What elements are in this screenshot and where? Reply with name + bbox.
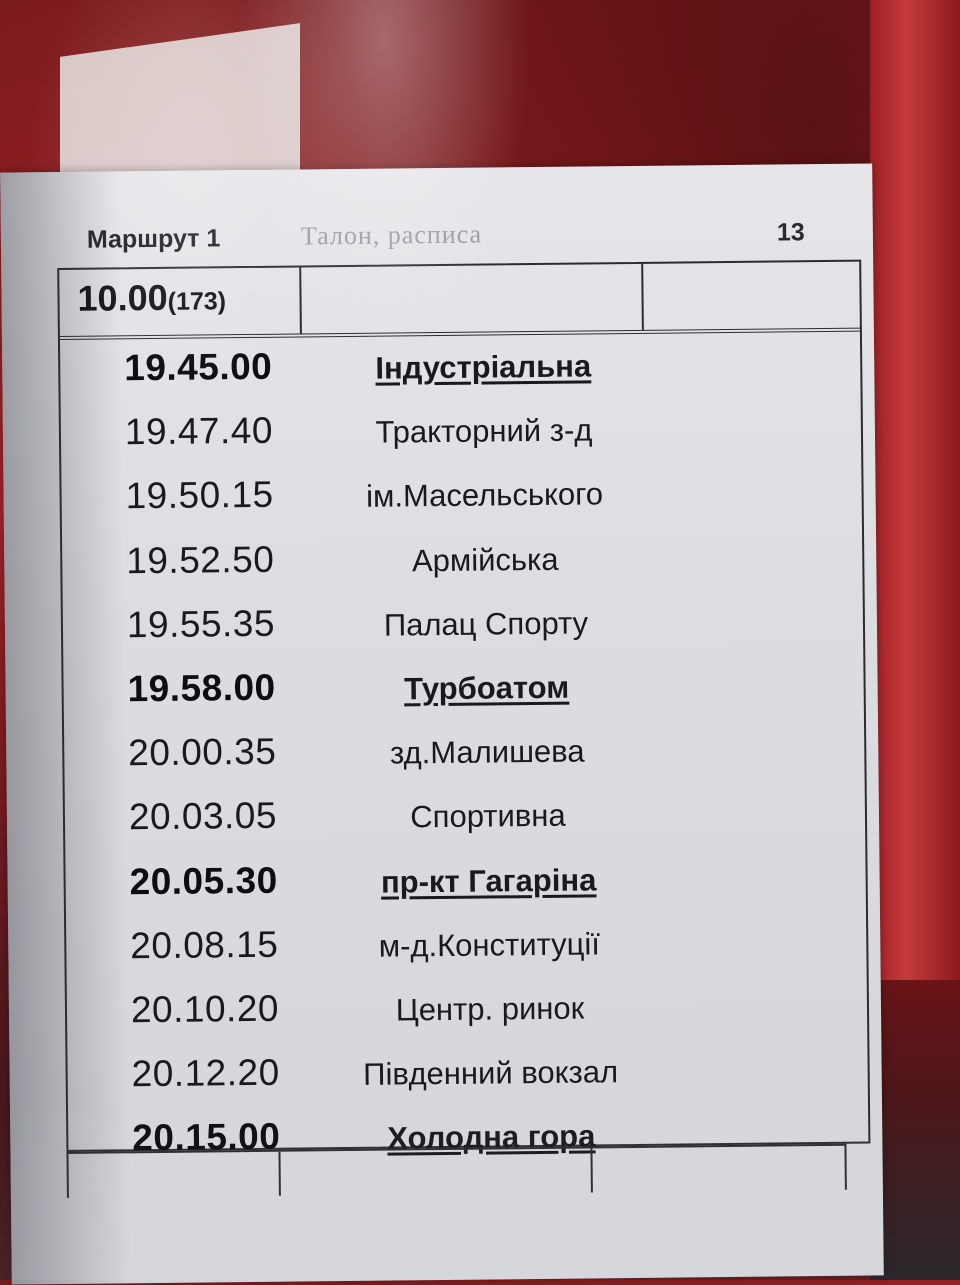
stop-name: Тракторний з-д [375,412,593,450]
stop-name: пр-кт Гагаріна [380,861,597,900]
footer-cell [68,1151,281,1198]
header-empty-cell [301,263,644,334]
stop-name: Спортивна [410,798,566,835]
sheet-header: Маршрут 1 Талон, расписа 13 [1,211,873,260]
arrival-time: 20.08.15 [130,923,279,966]
departure-code: (173) [167,287,227,316]
footer-grid [66,1143,847,1198]
arrival-time: 19.58.00 [127,666,276,710]
schedule-row: 19.52.50 Армійська [62,528,863,601]
schedule-sheet: Маршрут 1 Талон, расписа 13 10.00(173) 1… [0,163,884,1285]
arrival-time: 19.52.50 [126,538,275,581]
stop-name: Індустріальна [375,348,592,386]
schedule-row: 20.03.05 Спортивна [65,785,866,858]
schedule-row: 20.05.30 пр-кт Гагаріна [65,849,866,922]
schedule-row: 19.58.00 Турбоатом [63,657,864,730]
header-empty-cell [643,262,858,330]
departure-time-value: 10.00 [77,276,168,319]
schedule-row: 19.55.35 Палац Спорту [63,592,864,665]
footer-cell [592,1146,842,1193]
stop-name: зд.Малишева [389,733,585,771]
arrival-time: 20.12.20 [131,1051,280,1095]
stop-name: Армійська [411,541,559,578]
arrival-time: 20.10.20 [130,987,280,1031]
departure-time: 10.00(173) [77,276,226,320]
stop-name: ім.Масельського [365,476,604,515]
stop-name: Палац Спорту [383,605,589,643]
ticket-title: Талон, расписа [300,219,483,251]
schedule-row: 19.47.40 Тракторний з-д [61,400,862,473]
background-dark-corner [870,980,960,1280]
schedule-row: 20.12.20 Південний вокзал [67,1042,868,1115]
stop-name: Центр. ринок [395,990,585,1028]
sheet-number: 13 [776,218,805,247]
arrival-time: 19.45.00 [124,345,273,389]
stop-list: 19.45.00 Індустріальна 19.47.40 Тракторний … [60,336,869,1179]
arrival-time: 20.05.30 [129,859,278,902]
schedule-row: 19.45.00 Індустріальна [60,336,861,409]
stop-name: Турбоатом [403,669,570,707]
route-label: Маршрут 1 [86,224,221,254]
schedule-row: 20.00.35 зд.Малишева [64,721,865,794]
schedule-row: 20.08.15 м-д.Конституції [66,913,867,986]
schedule-row: 20.10.20 Центр. ринок [67,977,868,1050]
schedule-row: 19.50.15 ім.Масельського [61,464,862,537]
stop-name: Південний вокзал [363,1054,619,1092]
footer-cell [280,1148,593,1196]
arrival-time: 19.50.15 [125,474,274,517]
departure-cell: 10.00(173) [59,267,302,336]
arrival-time: 19.55.35 [126,602,276,646]
arrival-time: 19.47.40 [124,409,274,453]
arrival-time: 20.00.35 [128,730,277,774]
arrival-time: 20.03.05 [128,795,278,838]
schedule-table: 10.00(173) 19.45.00 Індустріальна 19.47.40… [57,259,871,1159]
stop-name: м-д.Конституції [378,926,601,964]
